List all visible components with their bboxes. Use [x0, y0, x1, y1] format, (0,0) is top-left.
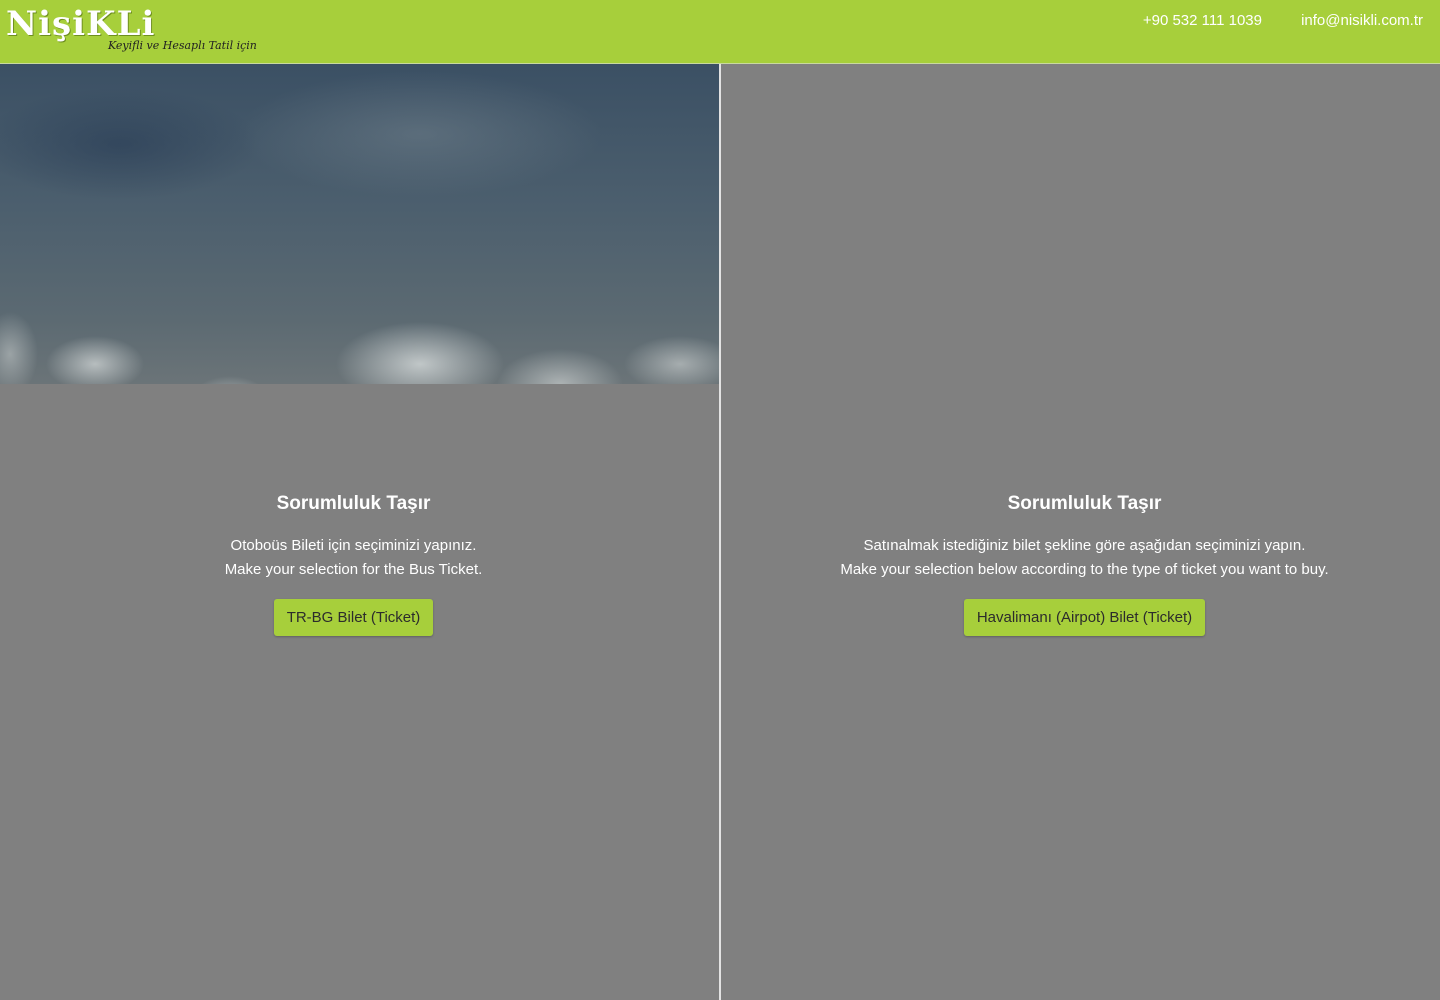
panel-description-en: Make your selection for the Bus Ticket. — [224, 561, 483, 578]
bus-ticket-panel: Sorumluluk Taşır Otoboüs Bileti için seç… — [0, 64, 719, 1000]
airport-ticket-content: Sorumluluk Taşır Satınalmak istediğiniz … — [725, 492, 1440, 636]
panel-description-tr: Satınalmak istediğiniz bilet şekline gör… — [863, 537, 1306, 554]
tr-bg-ticket-button[interactable]: TR-BG Bilet (Ticket) — [273, 599, 434, 636]
panel-description-tr: Otoboüs Bileti için seçiminizi yapınız. — [230, 537, 477, 554]
top-header: NişiKLi Keyifli ve Hesaplı Tatil için +9… — [0, 0, 1440, 64]
sky-background-image — [0, 64, 719, 384]
email-link[interactable]: info@nisikli.com.tr — [1301, 12, 1423, 29]
site-logo[interactable]: NişiKLi Keyifli ve Hesaplı Tatil için — [4, 2, 257, 60]
phone-link[interactable]: +90 532 111 1039 — [1143, 12, 1262, 29]
panel-title: Sorumluluk Taşır — [276, 493, 431, 514]
panel-title: Sorumluluk Taşır — [1007, 493, 1162, 514]
panel-description-en: Make your selection below according to t… — [840, 561, 1329, 578]
airport-ticket-button[interactable]: Havalimanı (Airpot) Bilet (Ticket) — [963, 599, 1206, 636]
bus-ticket-content: Sorumluluk Taşır Otoboüs Bileti için seç… — [0, 492, 713, 636]
airport-ticket-panel: Sorumluluk Taşır Satınalmak istediğiniz … — [721, 64, 1440, 1000]
logo-tagline: Keyifli ve Hesaplı Tatil için — [108, 39, 257, 52]
